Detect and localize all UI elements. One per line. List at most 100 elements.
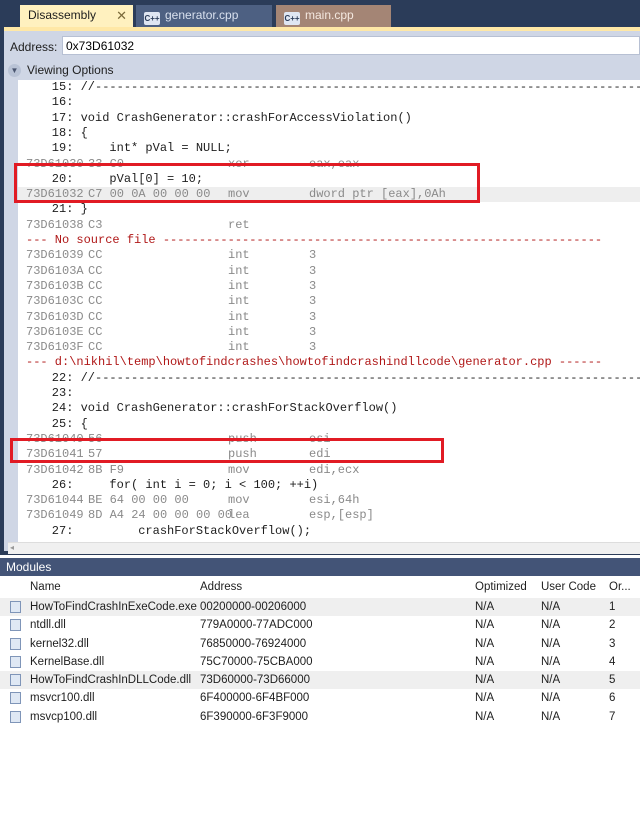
cell-name: msvcr100.dll (30, 692, 95, 705)
source-line: 21: } (23, 202, 88, 217)
address: 73D6103A (26, 263, 84, 278)
source-line: 25: { (23, 416, 88, 431)
tab-disassembly[interactable]: Disassembly ✕ (20, 5, 133, 27)
bytes: CC (88, 263, 103, 278)
module-file-icon (10, 619, 21, 632)
address: 73D6103D (26, 309, 84, 324)
cell-order: 4 (609, 655, 616, 668)
tab-label: main.cpp (305, 8, 354, 22)
source-line: 23: (23, 386, 74, 400)
table-header: Name Address Optimized User Code Or... (0, 576, 640, 598)
mnemonic: ret (228, 217, 250, 232)
mnemonic: mov (228, 462, 250, 477)
cell-user-code: N/A (541, 710, 561, 723)
viewing-options-label: Viewing Options (27, 63, 114, 77)
modules-table: Name Address Optimized User Code Or... H… (0, 576, 640, 726)
cell-user-code: N/A (541, 619, 561, 632)
module-file-icon (10, 674, 21, 687)
source-line: 24: void CrashGenerator::crashForStackOv… (23, 401, 398, 416)
cell-address: 6F400000-6F4BF000 (200, 692, 310, 705)
operands: 3 (309, 294, 317, 309)
cell-optimized: N/A (475, 655, 495, 668)
tab-main-cpp[interactable]: C++ main.cpp (276, 5, 391, 27)
cell-optimized: N/A (475, 619, 495, 632)
cell-optimized: N/A (475, 710, 495, 723)
source-line: 15: //----------------------------------… (23, 80, 640, 94)
source-line: 18: { (23, 125, 88, 140)
source-file-header: --- d:\nikhil\temp\howtofindcrashes\howt… (26, 355, 603, 370)
table-row[interactable]: msvcp100.dll 6F390000-6F3F9000 N/A N/A 7 (0, 708, 640, 726)
source-line: 27: crashForStackOverflow(); (23, 523, 312, 538)
cell-order: 5 (609, 674, 616, 687)
bytes: CC (88, 324, 103, 339)
column-header-order[interactable]: Or... (609, 576, 631, 598)
operands: 3 (309, 278, 317, 293)
column-header-address[interactable]: Address (200, 576, 242, 598)
mnemonic: int (228, 263, 250, 278)
cell-name: HowToFindCrashInExeCode.exe (30, 601, 197, 613)
address: 73D61042 (26, 462, 84, 477)
table-row[interactable]: KernelBase.dll 75C70000-75CBA000 N/A N/A 4 (0, 653, 640, 671)
table-row[interactable]: HowToFindCrashInDLLCode.dll 73D60000-73D6… (0, 671, 640, 690)
module-file-icon (10, 637, 21, 650)
table-row[interactable]: HowToFindCrashInExeCode.exe 00200000-0020… (0, 598, 640, 617)
operands: 3 (309, 309, 317, 324)
asm-line: 73D6103C CC int 3 (18, 294, 640, 309)
operands: 3 (309, 324, 317, 339)
cell-name: ntdll.dll (30, 619, 66, 632)
bytes: CC (88, 309, 103, 324)
column-header-optimized[interactable]: Optimized (475, 576, 527, 598)
source-line: 16: (23, 95, 74, 110)
cell-address: 6F390000-6F3F9000 (200, 710, 309, 723)
source-file-header: --- No source file ---------------------… (26, 233, 603, 247)
bytes: C3 (88, 217, 103, 232)
disassembly-window: Disassembly ✕ C++ generator.cpp C++ main.cp… (0, 0, 640, 555)
asm-line: 73D61039 CC int 3 (18, 248, 640, 263)
cell-name: msvcp100.dll (30, 710, 98, 723)
column-header-name[interactable]: Name (30, 576, 61, 598)
cell-order: 3 (609, 637, 616, 650)
module-file-icon (10, 655, 21, 668)
cell-order: 2 (609, 619, 616, 632)
table-row[interactable]: kernel32.dll 76850000-76924000 N/A N/A 3 (0, 635, 640, 653)
address-label: Address: (10, 40, 58, 54)
cell-order: 1 (609, 601, 616, 613)
address-input[interactable] (62, 36, 640, 55)
module-file-icon (10, 710, 21, 723)
asm-line: 73D6103B CC int 3 (18, 279, 640, 294)
mnemonic: int (228, 294, 250, 309)
column-header-user-code[interactable]: User Code (541, 576, 596, 598)
address: 73D61044 (26, 493, 84, 508)
address: 73D61049 (26, 508, 84, 523)
asm-line: 73D6103E CC int 3 (18, 325, 640, 340)
code-view[interactable]: 15: //----------------------------------… (18, 80, 640, 542)
table-row[interactable]: msvcr100.dll 6F400000-6F4BF000 N/A N/A 6 (0, 689, 640, 707)
chevron-down-icon: ▼ (8, 63, 21, 77)
cell-order: 7 (609, 710, 616, 723)
cell-address: 73D60000-73D66000 (200, 674, 310, 687)
operands: 3 (309, 248, 317, 263)
operands: edi,ecx (309, 462, 360, 477)
cell-optimized: N/A (475, 601, 495, 613)
horizontal-scrollbar[interactable]: ◂ (8, 542, 640, 554)
cell-name: HowToFindCrashInDLLCode.dll (30, 674, 192, 687)
operands: 3 (309, 340, 317, 355)
close-icon[interactable]: ✕ (116, 8, 127, 24)
bytes: 8D A4 24 00 00 00 00 (88, 508, 233, 523)
source-line: 26: for( int i = 0; i < 100; ++i) (23, 477, 319, 492)
disassembly-panel: Address: ▼ Viewing Options 15: //--------… (4, 27, 640, 554)
operands: esp,[esp] (309, 508, 374, 523)
cell-name: KernelBase.dll (30, 655, 105, 668)
operands: 3 (309, 263, 317, 278)
cell-user-code: N/A (541, 674, 561, 687)
mnemonic: mov (228, 493, 250, 508)
address: 73D6103E (26, 324, 84, 339)
asm-line: 73D61042 8B F9 mov edi,ecx (18, 463, 640, 478)
cell-user-code: N/A (541, 637, 561, 650)
viewing-options-toggle[interactable]: ▼ Viewing Options (8, 61, 114, 79)
tab-generator-cpp[interactable]: C++ generator.cpp (136, 5, 272, 27)
address: 73D6103C (26, 294, 84, 309)
table-row[interactable]: ntdll.dll 779A0000-77ADC000 N/A N/A 2 (0, 616, 640, 634)
address: 73D6103F (26, 340, 84, 355)
cell-name: kernel32.dll (30, 637, 89, 650)
